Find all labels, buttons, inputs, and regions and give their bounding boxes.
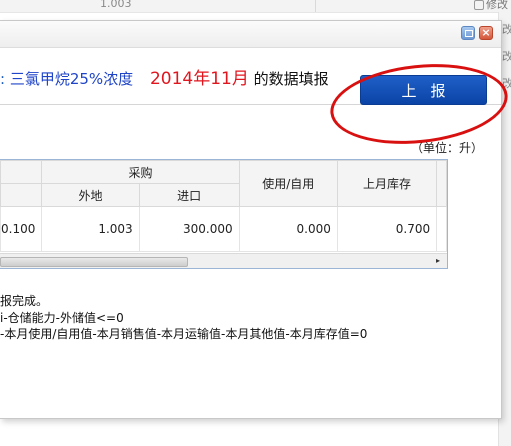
cell-last-stock[interactable]: 0.700 xyxy=(336,206,438,252)
note-line: -本月使用/自用值-本月销售值-本月运输值-本月其他值-本月库存值=0 xyxy=(0,327,368,341)
column-header xyxy=(436,160,447,207)
cell-first[interactable]: 0.100 xyxy=(0,206,43,252)
submit-report-label: 上报 xyxy=(401,82,460,100)
table-row: 0.100 1.003 300.000 0.000 0.700 xyxy=(0,206,447,252)
scroll-right-icon[interactable]: ▸ xyxy=(436,256,440,265)
column-header-usage: 使用/自用 xyxy=(238,160,338,207)
column-header xyxy=(0,183,43,207)
modify-link[interactable]: 修改 xyxy=(474,0,508,12)
column-header-other-region: 外地 xyxy=(41,183,140,207)
dialog-titlebar: × xyxy=(0,21,501,48)
validation-notes: 报完成。 i-仓储能力-外储值<=0 -本月使用/自用值-本月销售值-本月运输值… xyxy=(0,293,367,343)
background-value: 1.003 xyxy=(100,0,132,10)
page-title: : 三氯甲烷25%浓度 2014年11月 的数据填报 xyxy=(0,64,329,89)
modify-label: 修改 xyxy=(486,0,508,11)
cell-import[interactable]: 300.000 xyxy=(138,206,240,252)
submit-report-button[interactable]: 上报 xyxy=(360,75,487,105)
column-header xyxy=(0,160,43,184)
side-label[interactable]: 改 xyxy=(502,75,511,91)
column-header-import: 进口 xyxy=(138,183,240,207)
unit-label: （单位：升） xyxy=(411,141,484,155)
title-colon: : xyxy=(0,70,6,88)
scrollbar-thumb[interactable] xyxy=(0,257,188,267)
report-dialog: × : 三氯甲烷25%浓度 2014年11月 的数据填报 上报 （单位：升） 采… xyxy=(0,20,511,419)
cell-usage[interactable]: 0.000 xyxy=(238,206,338,252)
restore-button[interactable] xyxy=(461,26,475,40)
report-period: 2014年11月 xyxy=(149,69,249,89)
column-header-last-stock: 上月库存 xyxy=(336,160,438,207)
data-grid: 采购 使用/自用 上月库存 外地 进口 0.100 1.003 300.000 … xyxy=(0,159,448,269)
product-name: 三氯甲烷25%浓度 xyxy=(9,70,134,88)
note-line: i-仓储能力-外储值<=0 xyxy=(0,310,124,325)
horizontal-scrollbar[interactable]: ▸ xyxy=(0,253,447,268)
data-table: 采购 使用/自用 上月库存 外地 进口 0.100 1.003 300.000 … xyxy=(0,160,447,252)
cell-empty xyxy=(436,206,447,252)
edit-icon xyxy=(474,0,484,10)
divider xyxy=(315,0,316,12)
side-label[interactable]: 改 xyxy=(502,48,511,64)
cell-other-region[interactable]: 1.003 xyxy=(41,206,140,252)
side-label[interactable]: 改 xyxy=(502,21,511,37)
close-icon: × xyxy=(481,26,491,39)
background-strip: 1.003 修改 xyxy=(0,0,511,13)
column-group-purchase: 采购 xyxy=(41,160,240,184)
title-suffix: 的数据填报 xyxy=(253,70,329,88)
close-button[interactable]: × xyxy=(479,26,493,40)
note-line: 报完成。 xyxy=(0,294,49,308)
